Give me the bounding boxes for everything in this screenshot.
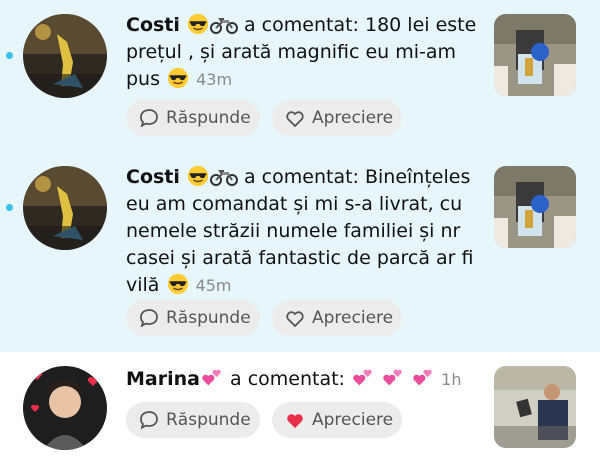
timestamp: 1h bbox=[441, 370, 462, 389]
reply-button[interactable]: Răspunde bbox=[126, 100, 260, 136]
like-button[interactable]: Apreciere bbox=[272, 402, 402, 438]
notification-text: Marina a comentat: 1h bbox=[126, 366, 482, 393]
notification-text: Costi a comentat: Bineînțeles eu am coma… bbox=[126, 164, 482, 299]
avatar[interactable] bbox=[23, 166, 107, 250]
notification-item[interactable]: Costi a comentat: Bineînțeles eu am coma… bbox=[0, 152, 600, 352]
unread-dot bbox=[6, 52, 13, 59]
reply-label: Răspunde bbox=[166, 108, 251, 128]
user-name[interactable]: Marina bbox=[126, 368, 200, 390]
avatar[interactable] bbox=[23, 14, 107, 98]
sunglasses-emoji bbox=[186, 165, 210, 187]
action-text: a comentat: bbox=[244, 166, 359, 188]
post-thumbnail[interactable] bbox=[494, 366, 576, 448]
motorcycle-emoji bbox=[210, 165, 238, 187]
action-text: a comentat: bbox=[230, 368, 345, 390]
two-hearts-emoji bbox=[200, 367, 224, 389]
heart-icon bbox=[286, 111, 304, 128]
sunglasses-emoji bbox=[166, 67, 190, 89]
revolving-hearts-emoji bbox=[351, 367, 375, 389]
timestamp: 45m bbox=[195, 276, 232, 295]
user-name[interactable]: Costi bbox=[126, 166, 180, 188]
like-label: Apreciere bbox=[312, 108, 394, 128]
like-label: Apreciere bbox=[312, 308, 394, 328]
user-name[interactable]: Costi bbox=[126, 14, 180, 36]
reply-label: Răspunde bbox=[166, 410, 251, 430]
post-thumbnail[interactable] bbox=[494, 14, 576, 96]
notification-item[interactable]: Costi a comentat: 180 lei este prețul , … bbox=[0, 0, 600, 152]
like-button[interactable]: Apreciere bbox=[272, 100, 402, 136]
speech-bubble-icon bbox=[140, 109, 158, 128]
revolving-hearts-emoji bbox=[381, 367, 405, 389]
action-text: a comentat: bbox=[244, 14, 359, 36]
post-thumbnail[interactable] bbox=[494, 166, 576, 248]
reply-button[interactable]: Răspunde bbox=[126, 402, 260, 438]
sunglasses-emoji bbox=[166, 273, 190, 295]
reply-button[interactable]: Răspunde bbox=[126, 300, 260, 336]
avatar[interactable] bbox=[23, 366, 107, 450]
unread-dot bbox=[6, 204, 13, 211]
notification-item[interactable]: Marina a comentat: 1h Răspunde Apreciere bbox=[0, 352, 600, 460]
like-label: Apreciere bbox=[312, 410, 394, 430]
timestamp: 43m bbox=[196, 70, 233, 89]
revolving-hearts-emoji bbox=[411, 367, 435, 389]
motorcycle-emoji bbox=[210, 13, 238, 35]
reply-label: Răspunde bbox=[166, 308, 251, 328]
speech-bubble-icon bbox=[140, 411, 158, 430]
speech-bubble-icon bbox=[140, 309, 158, 328]
notification-text: Costi a comentat: 180 lei este prețul , … bbox=[126, 12, 482, 93]
sunglasses-emoji bbox=[186, 13, 210, 35]
heart-icon bbox=[287, 414, 303, 428]
like-button[interactable]: Apreciere bbox=[272, 300, 402, 336]
heart-icon bbox=[286, 311, 304, 328]
